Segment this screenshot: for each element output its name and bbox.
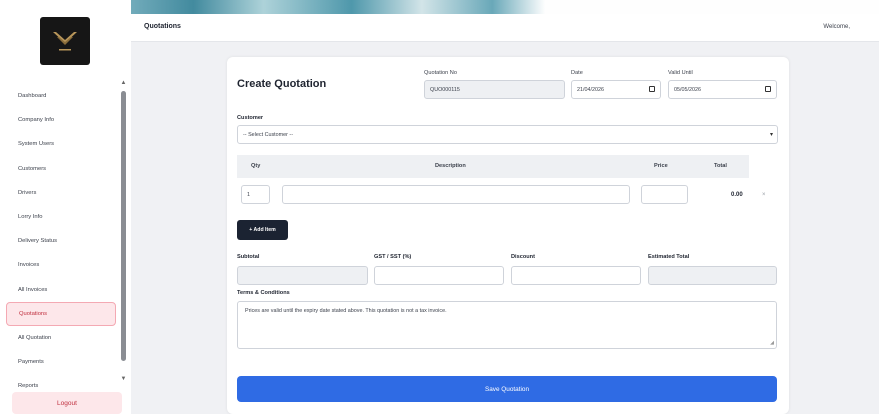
items-table-header: Qty Description Price Total	[237, 155, 749, 178]
qty-value: 1	[247, 191, 250, 198]
resize-handle-icon[interactable]: ◢	[770, 340, 774, 346]
sidebar: Dashboard Company Info System Users Cust…	[0, 0, 131, 414]
sidebar-item-quotations[interactable]: Quotations	[6, 301, 116, 326]
subtotal-label: Subtotal	[237, 254, 260, 260]
customer-select[interactable]: -- Select Customer -- ▾	[237, 125, 778, 144]
valid-until-field[interactable]: 05/05/2026	[668, 80, 777, 99]
banner-strip	[0, 0, 879, 14]
company-logo	[40, 17, 90, 65]
save-quotation-button[interactable]: Save Quotation	[237, 376, 777, 402]
sidebar-item-dashboard[interactable]: Dashboard	[6, 84, 116, 108]
sidebar-item-lorry-info[interactable]: Lorry Info	[6, 205, 116, 229]
scrollbar-thumb[interactable]	[121, 91, 126, 361]
welcome-text: Welcome,	[823, 24, 850, 30]
quotation-no-field[interactable]: QUO000115	[424, 80, 565, 99]
logout-button[interactable]: Logout	[12, 392, 122, 414]
valid-until-value: 05/05/2026	[674, 86, 701, 93]
logo-emblem-icon	[53, 32, 77, 51]
gst-input[interactable]	[374, 266, 504, 285]
customer-selected-value: -- Select Customer --	[243, 131, 294, 138]
description-input[interactable]	[282, 185, 630, 204]
date-value: 21/04/2026	[577, 86, 604, 93]
sidebar-item-all-invoices[interactable]: All Invoices	[6, 278, 116, 302]
col-price: Price	[654, 163, 668, 169]
quotation-no-value: QUO000115	[430, 86, 460, 93]
price-input[interactable]	[641, 185, 688, 204]
page-title: Quotations	[144, 23, 181, 30]
sidebar-item-drivers[interactable]: Drivers	[6, 181, 116, 205]
gst-label: GST / SST (%)	[374, 254, 412, 260]
date-field[interactable]: 21/04/2026	[571, 80, 661, 99]
chevron-down-icon: ▾	[769, 132, 773, 138]
scroll-up-icon[interactable]: ▲	[120, 80, 127, 86]
sidebar-scrollbar[interactable]: ▲ ▼	[120, 80, 127, 386]
sidebar-item-payments[interactable]: Payments	[6, 350, 116, 374]
sidebar-item-delivery-status[interactable]: Delivery Status	[6, 229, 116, 253]
sidebar-item-system-users[interactable]: System Users	[6, 132, 116, 156]
calendar-icon[interactable]	[649, 86, 655, 92]
qty-input[interactable]: 1	[241, 185, 270, 204]
add-item-button[interactable]: + Add Item	[237, 220, 288, 240]
sidebar-item-company-info[interactable]: Company Info	[6, 108, 116, 132]
calendar-icon[interactable]	[765, 86, 771, 92]
terms-value: Prices are valid until the expiry date s…	[245, 308, 447, 314]
estimated-total-field	[648, 266, 777, 285]
subtotal-field	[237, 266, 368, 285]
sidebar-item-customers[interactable]: Customers	[6, 157, 116, 181]
col-total: Total	[714, 163, 727, 169]
sidebar-item-invoices[interactable]: Invoices	[6, 253, 116, 277]
quotation-form-card: Create Quotation Quotation No QUO000115 …	[227, 57, 789, 414]
row-total: 0.00	[731, 192, 743, 198]
terms-textarea[interactable]: Prices are valid until the expiry date s…	[237, 301, 777, 349]
col-qty: Qty	[251, 163, 261, 169]
date-label: Date	[571, 70, 583, 76]
form-title: Create Quotation	[237, 78, 327, 90]
sidebar-item-all-quotation[interactable]: All Quotation	[6, 326, 116, 350]
discount-input[interactable]	[511, 266, 641, 285]
terms-label: Terms & Conditions	[237, 290, 290, 296]
quotation-no-label: Quotation No	[424, 70, 457, 76]
estimated-total-label: Estimated Total	[648, 254, 690, 260]
top-header: Quotations Welcome,	[131, 14, 879, 42]
discount-label: Discount	[511, 254, 535, 260]
remove-row-icon[interactable]: ×	[762, 192, 766, 198]
sidebar-nav: Dashboard Company Info System Users Cust…	[6, 84, 116, 398]
valid-until-label: Valid Until	[668, 70, 693, 76]
customer-label: Customer	[237, 115, 264, 121]
scroll-down-icon[interactable]: ▼	[120, 376, 127, 382]
col-description: Description	[435, 163, 466, 169]
